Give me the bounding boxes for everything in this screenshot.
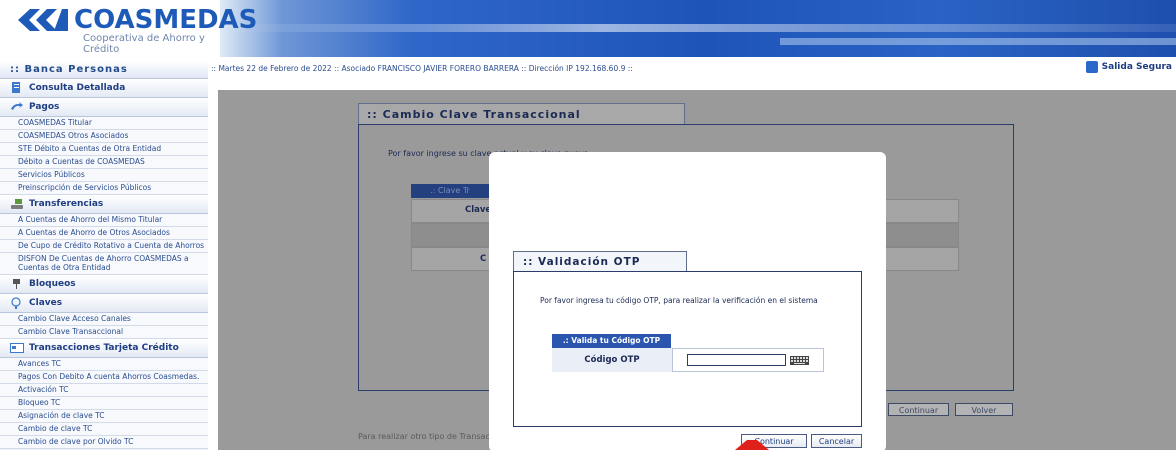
form-row-label: C	[480, 254, 487, 264]
form-title: :: Cambio Clave Transaccional	[358, 103, 685, 125]
otp-code-input[interactable]	[687, 354, 786, 366]
brand-name: COASMEDAS	[74, 5, 258, 35]
sidebar-section-tarjeta-credito[interactable]: Transacciones Tarjeta Crédito	[0, 339, 208, 358]
exit-door-icon	[1085, 61, 1098, 73]
sidebar-item[interactable]: DISFON De Cuentas de Ahorro COASMEDAS a …	[0, 253, 208, 275]
header-banner: COASMEDAS Cooperativa de Ahorro y Crédit…	[0, 0, 1176, 57]
logo-area: COASMEDAS Cooperativa de Ahorro y Crédit…	[0, 0, 257, 57]
sidebar-section-bloqueos[interactable]: Bloqueos	[0, 275, 208, 294]
form-row-label: Clave	[465, 205, 492, 215]
otp-cancel-button[interactable]: Cancelar	[811, 434, 862, 448]
form-back-button: Volver	[955, 403, 1013, 416]
sidebar-section-transferencias[interactable]: Transferencias	[0, 195, 208, 214]
sidebar-item[interactable]: Bloqueo TC	[0, 397, 208, 410]
sidebar-section-label: Claves	[29, 298, 63, 308]
sidebar-section-label: Consulta Detallada	[29, 83, 126, 93]
sidebar-item[interactable]: A Cuentas de Ahorro del Mismo Titular	[0, 214, 208, 227]
otp-instruction: Por favor ingresa tu código OTP, para re…	[540, 296, 818, 305]
sidebar-section-label: Transacciones Tarjeta Crédito	[29, 343, 179, 353]
sidebar-item[interactable]: Cambio de clave TC	[0, 423, 208, 436]
sidebar-item[interactable]: Cambio Clave Transaccional	[0, 326, 208, 339]
sidebar-section-claves[interactable]: Claves	[0, 294, 208, 313]
pointer-arrow-icon	[735, 440, 769, 450]
sidebar-item[interactable]: COASMEDAS Titular	[0, 117, 208, 130]
sidebar-item[interactable]: Cambio Clave Acceso Canales	[0, 313, 208, 326]
sidebar-item[interactable]: Asignación de clave TC	[0, 410, 208, 423]
secure-exit-label: Salida Segura	[1101, 62, 1172, 72]
sidebar-item[interactable]: Avances TC	[0, 358, 208, 371]
virtual-keyboard-icon[interactable]	[790, 356, 809, 365]
header-decoration-lower	[780, 38, 1176, 45]
key-icon	[11, 297, 21, 309]
document-icon	[12, 82, 20, 93]
otp-modal-title: :: Validación OTP	[513, 251, 687, 272]
transfer-arrows-icon	[11, 102, 23, 110]
pushpin-icon	[13, 279, 20, 289]
form-continue-button: Continuar	[888, 403, 949, 416]
sidebar-item[interactable]: STE Débito a Cuentas de Otra Entidad	[0, 143, 208, 156]
session-info-bar: :: Martes 22 de Febrero de 2022 :: Asoci…	[211, 64, 633, 73]
sidebar-item[interactable]: Preinscripción de Servicios Públicos	[0, 182, 208, 195]
sidebar-item[interactable]: Activación TC	[0, 384, 208, 397]
brand-tagline: Cooperativa de Ahorro y Crédito	[83, 33, 205, 55]
coasmedas-logo-icon	[18, 9, 68, 31]
otp-table-header: .: Valida tu Código OTP	[552, 334, 671, 348]
sidebar-section-pagos[interactable]: Pagos	[0, 98, 208, 117]
sidebar-item[interactable]: Cambio de clave por Olvido TC	[0, 436, 208, 449]
hand-money-icon	[11, 199, 23, 209]
sidebar-item[interactable]: Servicios Públicos	[0, 169, 208, 182]
sidebar-item[interactable]: Pagos Con Debito A cuenta Ahorros Coasme…	[0, 371, 208, 384]
sidebar-item[interactable]: Débito a Cuentas de COASMEDAS	[0, 156, 208, 169]
credit-card-icon	[10, 343, 24, 353]
otp-field-label: Código OTP	[552, 348, 673, 372]
sidebar: :: Banca Personas Consulta Detallada Pag…	[0, 61, 208, 450]
sidebar-item[interactable]: COASMEDAS Otros Asociados	[0, 130, 208, 143]
sidebar-section-label: Transferencias	[29, 199, 104, 209]
sidebar-title: :: Banca Personas	[0, 61, 208, 79]
form-table-header: .: Clave Tr	[411, 184, 489, 198]
sidebar-section-consulta[interactable]: Consulta Detallada	[0, 79, 208, 98]
sidebar-item[interactable]: A Cuentas de Ahorro de Otros Asociados	[0, 227, 208, 240]
sidebar-section-label: Pagos	[29, 102, 60, 112]
sidebar-section-label: Bloqueos	[29, 279, 76, 289]
sidebar-item[interactable]: De Cupo de Crédito Rotativo a Cuenta de …	[0, 240, 208, 253]
secure-exit-link[interactable]: Salida Segura	[1085, 60, 1172, 74]
header-decoration	[220, 24, 1176, 32]
